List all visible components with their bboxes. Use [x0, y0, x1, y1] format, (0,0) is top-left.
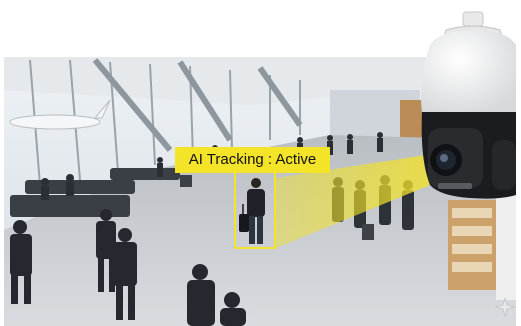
security-camera	[421, 11, 516, 199]
ai-tracking-status-label: AI Tracking : Active	[175, 147, 330, 173]
photo-scene: AI Tracking : Active	[0, 0, 521, 326]
